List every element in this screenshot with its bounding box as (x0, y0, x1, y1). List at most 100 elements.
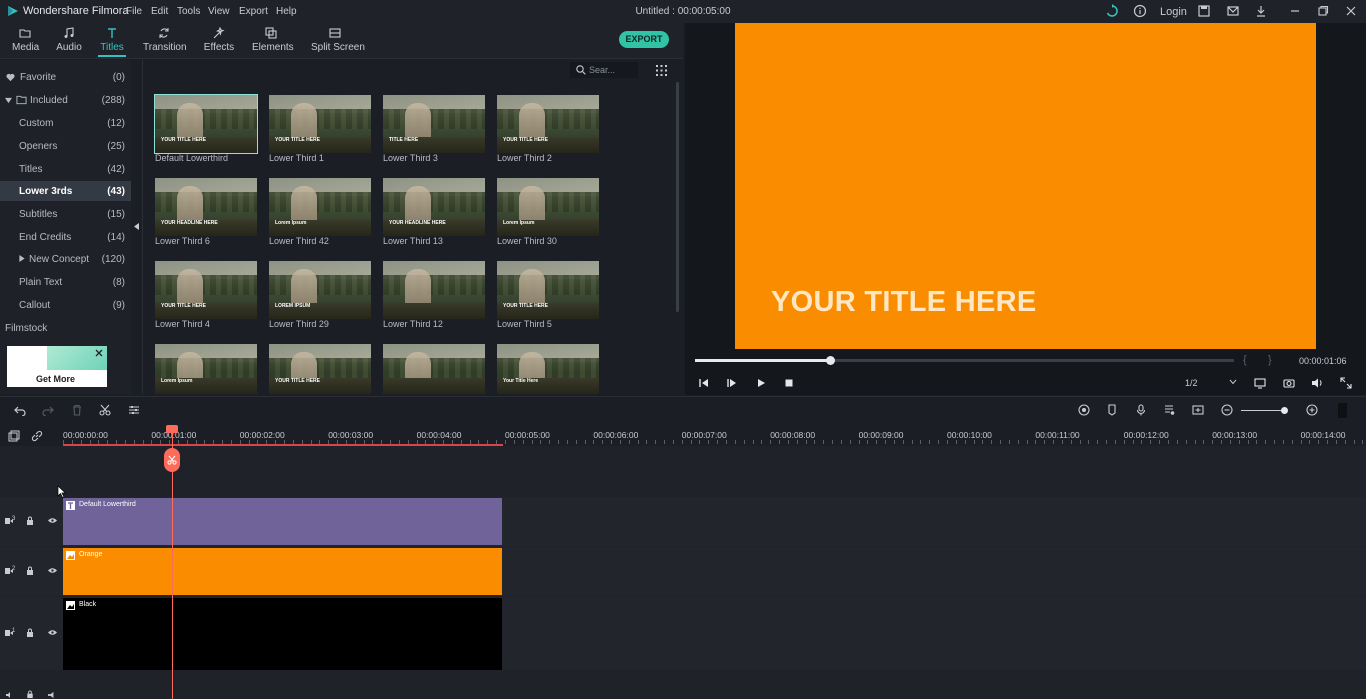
add-track-icon[interactable] (8, 430, 20, 442)
playhead-scissors-handle[interactable] (164, 448, 180, 472)
link-icon[interactable] (31, 430, 43, 442)
zoom-out-icon[interactable] (1221, 404, 1233, 416)
chevron-down-icon[interactable] (1229, 378, 1237, 386)
save-icon[interactable] (1197, 4, 1211, 18)
mail-icon[interactable] (1226, 4, 1240, 18)
eye-icon[interactable] (48, 517, 57, 524)
cut-scissors-icon[interactable] (99, 404, 111, 416)
title-thumbnail[interactable]: LOREM IPSUM (269, 261, 371, 319)
clip-black[interactable]: Black (63, 598, 502, 670)
undo-icon[interactable] (14, 404, 26, 416)
display-icon[interactable] (1254, 377, 1266, 389)
sidebar-item-custom[interactable]: Custom (12) (0, 113, 131, 133)
next-frame-icon[interactable] (726, 377, 738, 389)
menu-help[interactable]: Help (276, 6, 297, 17)
stop-icon[interactable] (783, 377, 795, 389)
zoom-slider-handle[interactable] (1281, 407, 1288, 414)
title-thumbnail[interactable]: Lorem Ipsum (155, 344, 257, 394)
tab-titles[interactable]: Titles (98, 27, 126, 57)
lock-icon[interactable] (26, 690, 34, 699)
download-icon[interactable] (1254, 4, 1268, 18)
eye-icon[interactable] (48, 567, 57, 574)
timeline-panel-toggle[interactable] (1338, 403, 1347, 418)
restore-icon[interactable] (1316, 4, 1330, 18)
title-thumbnail[interactable]: YOUR TITLE HERE (269, 344, 371, 394)
title-thumbnail[interactable] (383, 344, 485, 394)
title-thumbnail[interactable] (383, 261, 485, 319)
sidebar-item-callout[interactable]: Callout (9) (0, 295, 131, 315)
title-thumbnail[interactable]: Lorem Ipsum (269, 178, 371, 236)
menu-view[interactable]: View (208, 6, 230, 17)
voiceover-icon[interactable] (1192, 404, 1204, 416)
export-button[interactable]: EXPORT (619, 31, 669, 48)
tab-split-screen[interactable]: Split Screen (311, 27, 365, 57)
sidebar-item-lower-3rds[interactable]: Lower 3rds (43) (0, 181, 131, 201)
info-icon[interactable] (1133, 4, 1147, 18)
sidebar-collapse-handle[interactable] (131, 60, 143, 394)
sidebar-item-filmstock[interactable]: Filmstock (0, 318, 131, 338)
sidebar-item-openers[interactable]: Openers (25) (0, 136, 131, 156)
tab-effects[interactable]: Effects (203, 27, 235, 57)
grid-view-icon[interactable] (656, 65, 667, 76)
close-icon[interactable] (1344, 4, 1358, 18)
sidebar-item-end-credits[interactable]: End Credits (14) (0, 227, 131, 247)
adjust-icon[interactable] (128, 404, 140, 416)
sidebar-item-favorite[interactable]: Favorite (0) (0, 67, 131, 87)
filmstock-banner[interactable]: Get More (7, 346, 107, 387)
quality-select[interactable]: 1/2 (1185, 378, 1198, 388)
playback-progress-handle[interactable] (826, 356, 835, 365)
content-scrollbar[interactable] (676, 82, 679, 312)
tab-transition[interactable]: Transition (143, 27, 187, 57)
search-input[interactable]: Sear... (570, 62, 638, 78)
fullscreen-icon[interactable] (1340, 377, 1352, 389)
title-thumbnail[interactable]: Your Title Here (497, 344, 599, 394)
tab-media[interactable]: Media (12, 27, 39, 57)
previous-frame-icon[interactable] (698, 377, 710, 389)
minimize-icon[interactable] (1288, 4, 1302, 18)
sidebar-item-plain-text[interactable]: Plain Text (8) (0, 272, 131, 292)
sidebar-item-included[interactable]: Included (288) (0, 90, 131, 110)
sidebar-item-titles[interactable]: Titles (42) (0, 159, 131, 179)
speaker-icon[interactable] (48, 691, 57, 699)
title-thumbnail[interactable]: YOUR TITLE HERE (155, 261, 257, 319)
lock-icon[interactable] (26, 566, 34, 576)
zoom-in-icon[interactable] (1306, 404, 1318, 416)
render-preview-icon[interactable] (1078, 404, 1090, 416)
audio-mixer-icon[interactable] (1163, 404, 1175, 416)
title-thumbnail[interactable]: TITLE HERE (383, 95, 485, 153)
marker-icon[interactable] (1106, 404, 1118, 416)
lock-icon[interactable] (26, 516, 34, 526)
delete-icon[interactable] (71, 404, 83, 416)
menu-file[interactable]: File (126, 6, 142, 17)
mark-out-icon[interactable]: } (1268, 354, 1272, 366)
title-thumbnail[interactable]: YOUR TITLE HERE (497, 261, 599, 319)
volume-icon[interactable] (1311, 377, 1323, 389)
sidebar-item-subtitles[interactable]: Subtitles (15) (0, 204, 131, 224)
playhead-marker[interactable] (166, 425, 178, 433)
play-icon[interactable] (755, 377, 767, 389)
menu-export[interactable]: Export (239, 6, 268, 17)
snapshot-camera-icon[interactable] (1283, 377, 1295, 389)
login-button[interactable]: Login (1160, 6, 1187, 18)
menu-edit[interactable]: Edit (151, 6, 168, 17)
microphone-icon[interactable] (1135, 404, 1147, 416)
title-thumbnail[interactable]: YOUR TITLE HERE (497, 95, 599, 153)
title-thumbnail[interactable]: YOUR HEADLINE HERE (383, 178, 485, 236)
title-thumbnail[interactable]: Lorem Ipsum (497, 178, 599, 236)
redo-icon[interactable] (42, 404, 54, 416)
title-thumbnail[interactable]: YOUR TITLE HERE (269, 95, 371, 153)
clip-default-lowerthird[interactable]: Default Lowerthird (63, 498, 502, 545)
mark-in-icon[interactable]: { (1243, 354, 1247, 366)
title-thumbnail[interactable]: YOUR HEADLINE HERE (155, 178, 257, 236)
close-icon[interactable] (95, 349, 103, 357)
title-thumbnail[interactable]: YOUR TITLE HERE (154, 94, 258, 154)
sync-icon[interactable] (1105, 4, 1119, 18)
lock-icon[interactable] (26, 628, 34, 638)
clip-orange[interactable]: Orange (63, 548, 502, 595)
get-more-button[interactable]: Get More (36, 374, 75, 384)
sidebar-item-new-concept[interactable]: New Concept (120) (0, 249, 131, 269)
eye-icon[interactable] (48, 629, 57, 636)
tab-elements[interactable]: Elements (252, 27, 294, 57)
tab-audio[interactable]: Audio (56, 27, 82, 57)
menu-tools[interactable]: Tools (177, 6, 200, 17)
